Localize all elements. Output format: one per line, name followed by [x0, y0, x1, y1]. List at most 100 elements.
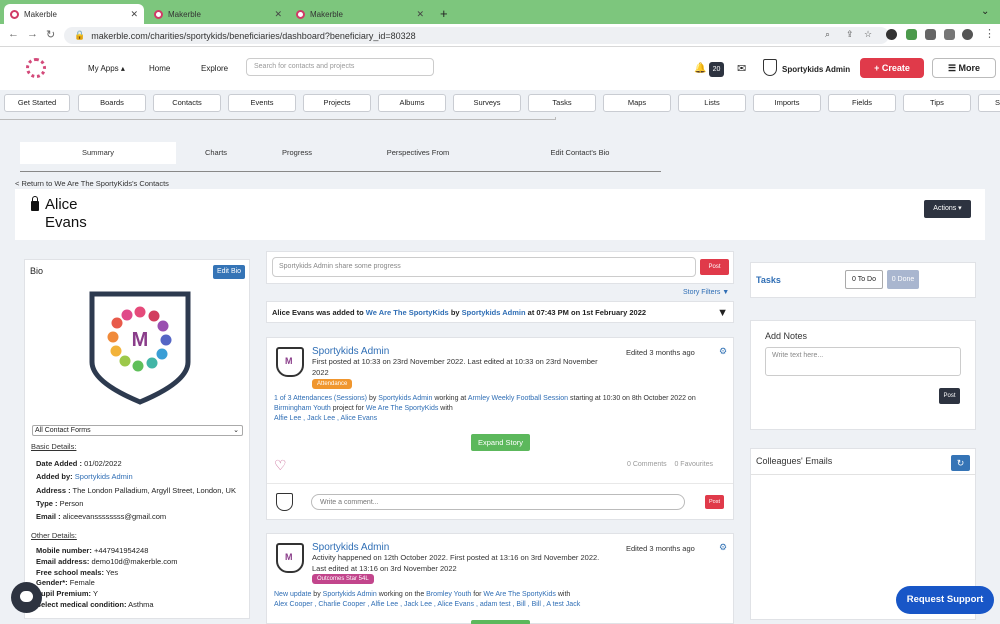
- refresh-icon[interactable]: ↻: [951, 455, 970, 471]
- module-tasks[interactable]: Tasks: [528, 94, 596, 112]
- close-icon[interactable]: ✕: [274, 9, 282, 20]
- module-tips[interactable]: Tips: [903, 94, 971, 112]
- tab-summary[interactable]: Summary: [20, 142, 176, 164]
- share-icon[interactable]: ⇪: [846, 29, 857, 40]
- tab-progress[interactable]: Progress: [260, 142, 334, 164]
- module-lists[interactable]: Lists: [678, 94, 746, 112]
- module-projects[interactable]: Projects: [303, 94, 371, 112]
- module-contacts[interactable]: Contacts: [153, 94, 221, 112]
- browser-tab[interactable]: Makerble ✕: [290, 4, 430, 24]
- story-author-link[interactable]: Sportykids Admin: [312, 542, 389, 553]
- favourites-count[interactable]: 0 Favourites: [674, 461, 713, 468]
- chat-bubble-icon[interactable]: [11, 582, 42, 613]
- module-maps[interactable]: Maps: [603, 94, 671, 112]
- actions-dropdown[interactable]: Actions ▾: [924, 200, 971, 218]
- search-input[interactable]: Search for contacts and projects: [246, 58, 434, 76]
- extension-icon[interactable]: [906, 29, 917, 40]
- more-button[interactable]: ☰ More: [932, 58, 996, 78]
- zoom-icon[interactable]: ⌕: [825, 29, 836, 40]
- lock-icon: [31, 196, 39, 211]
- group-link[interactable]: We Are The SportyKids: [366, 308, 449, 317]
- explore-link[interactable]: Explore: [201, 64, 228, 73]
- contact-forms-select[interactable]: All Contact Forms ⌄: [32, 425, 243, 436]
- story-text: for: [471, 591, 484, 598]
- comment-input[interactable]: Write a comment...: [311, 494, 685, 510]
- update-link[interactable]: New update: [274, 591, 311, 598]
- event-link[interactable]: Armley Weekly Football Session: [468, 395, 568, 402]
- group-link[interactable]: We Are The SportyKids: [483, 591, 556, 598]
- detail-value: aliceevanssssssss@gmail.com: [62, 512, 167, 521]
- extension-icon[interactable]: [886, 29, 897, 40]
- tab-edit-contact-bio[interactable]: Edit Contact's Bio: [520, 142, 640, 164]
- tab-perspectives-from[interactable]: Perspectives From: [360, 142, 476, 164]
- module-surveys[interactable]: Surveys: [453, 94, 521, 112]
- module-albums[interactable]: Albums: [378, 94, 446, 112]
- back-to-contacts-link[interactable]: < Return to We Are The SportyKids's Cont…: [15, 179, 169, 188]
- gear-icon[interactable]: ⚙: [719, 542, 727, 553]
- notes-post-button[interactable]: Post: [939, 388, 960, 404]
- post-button[interactable]: Post: [700, 259, 729, 275]
- project-link[interactable]: Birmingham Youth: [274, 405, 331, 412]
- chevron-down-icon[interactable]: ⌄: [981, 6, 989, 17]
- module-events[interactable]: Events: [228, 94, 296, 112]
- browser-tab[interactable]: Makerble ✕: [4, 4, 144, 24]
- done-button[interactable]: 0 Done: [887, 270, 919, 289]
- mail-icon[interactable]: ✉: [737, 62, 746, 75]
- star-icon[interactable]: ☆: [864, 29, 875, 40]
- story-filters-toggle[interactable]: Story Filters ▼: [683, 289, 729, 296]
- gear-icon[interactable]: ⚙: [719, 346, 727, 357]
- heart-icon[interactable]: ♡: [274, 457, 287, 474]
- expand-story-button[interactable]: Expand Story: [471, 434, 530, 451]
- edit-bio-button[interactable]: Edit Bio: [213, 265, 245, 279]
- makerble-logo[interactable]: [26, 58, 46, 78]
- project-link[interactable]: Bromley Youth: [426, 591, 471, 598]
- tasks-panel: Tasks 0 To Do 0 Done: [750, 262, 976, 298]
- tab-charts[interactable]: Charts: [180, 142, 252, 164]
- people-links[interactable]: Alfie Lee , Jack Lee , Alice Evans: [274, 415, 377, 422]
- my-apps-menu[interactable]: My Apps ▴: [88, 64, 125, 73]
- comment-post-button[interactable]: Post: [705, 495, 724, 509]
- url-field[interactable]: 🔒 makerble.com/charities/sportykids/bene…: [64, 27, 889, 44]
- create-button[interactable]: + Create: [860, 58, 924, 78]
- browser-tab[interactable]: Makerble ✕: [148, 4, 288, 24]
- tasks-title[interactable]: Tasks: [756, 275, 781, 285]
- people-links[interactable]: Alex Cooper , Charlie Cooper , Alfie Lee…: [274, 601, 580, 608]
- attendance-link[interactable]: 1 of 3 Attendances (Sessions): [274, 395, 367, 402]
- sidebar-icon[interactable]: [944, 29, 955, 40]
- expand-story-button[interactable]: [471, 620, 530, 624]
- notification-count-badge[interactable]: 20: [709, 62, 724, 77]
- back-arrow-icon[interactable]: ←: [8, 28, 19, 40]
- user-link[interactable]: Sportykids Admin: [323, 591, 377, 598]
- todo-button[interactable]: 0 To Do: [845, 270, 883, 289]
- module-imports[interactable]: Imports: [753, 94, 821, 112]
- module-more[interactable]: S: [978, 94, 1000, 112]
- user-link[interactable]: Sportykids Admin: [378, 395, 432, 402]
- detail-row: Email : aliceevanssssssss@gmail.com: [36, 512, 166, 521]
- close-icon[interactable]: ✕: [130, 9, 138, 20]
- story-author-link[interactable]: Sportykids Admin: [312, 346, 389, 357]
- home-link[interactable]: Home: [149, 64, 170, 73]
- kebab-menu-icon[interactable]: ⋮: [984, 27, 995, 40]
- close-icon[interactable]: ✕: [416, 9, 424, 20]
- bell-icon[interactable]: 🔔: [694, 63, 706, 74]
- user-link[interactable]: Sportykids Admin: [462, 308, 526, 317]
- module-get-started[interactable]: Get Started: [4, 94, 70, 112]
- module-fields[interactable]: Fields: [828, 94, 896, 112]
- puzzle-icon[interactable]: [925, 29, 936, 40]
- detail-label: Email address:: [36, 557, 90, 566]
- user-name[interactable]: Sportykids Admin: [782, 65, 850, 74]
- request-support-button[interactable]: Request Support: [896, 586, 994, 614]
- horizontal-scrollbar[interactable]: [0, 117, 556, 120]
- comments-count[interactable]: 0 Comments: [627, 461, 667, 468]
- added-by-link[interactable]: Sportykids Admin: [75, 472, 133, 481]
- forward-arrow-icon[interactable]: →: [27, 28, 38, 40]
- shield-avatar-icon[interactable]: [763, 59, 777, 76]
- group-link[interactable]: We Are The SportyKids: [366, 405, 439, 412]
- reload-icon[interactable]: ↻: [46, 28, 55, 41]
- plus-icon[interactable]: +: [440, 6, 448, 21]
- share-progress-input[interactable]: Sportykids Admin share some progress: [272, 257, 696, 277]
- profile-icon[interactable]: [962, 29, 973, 40]
- triangle-down-icon[interactable]: ▼: [717, 307, 728, 319]
- module-boards[interactable]: Boards: [78, 94, 146, 112]
- notes-textarea[interactable]: Write text here...: [765, 347, 961, 376]
